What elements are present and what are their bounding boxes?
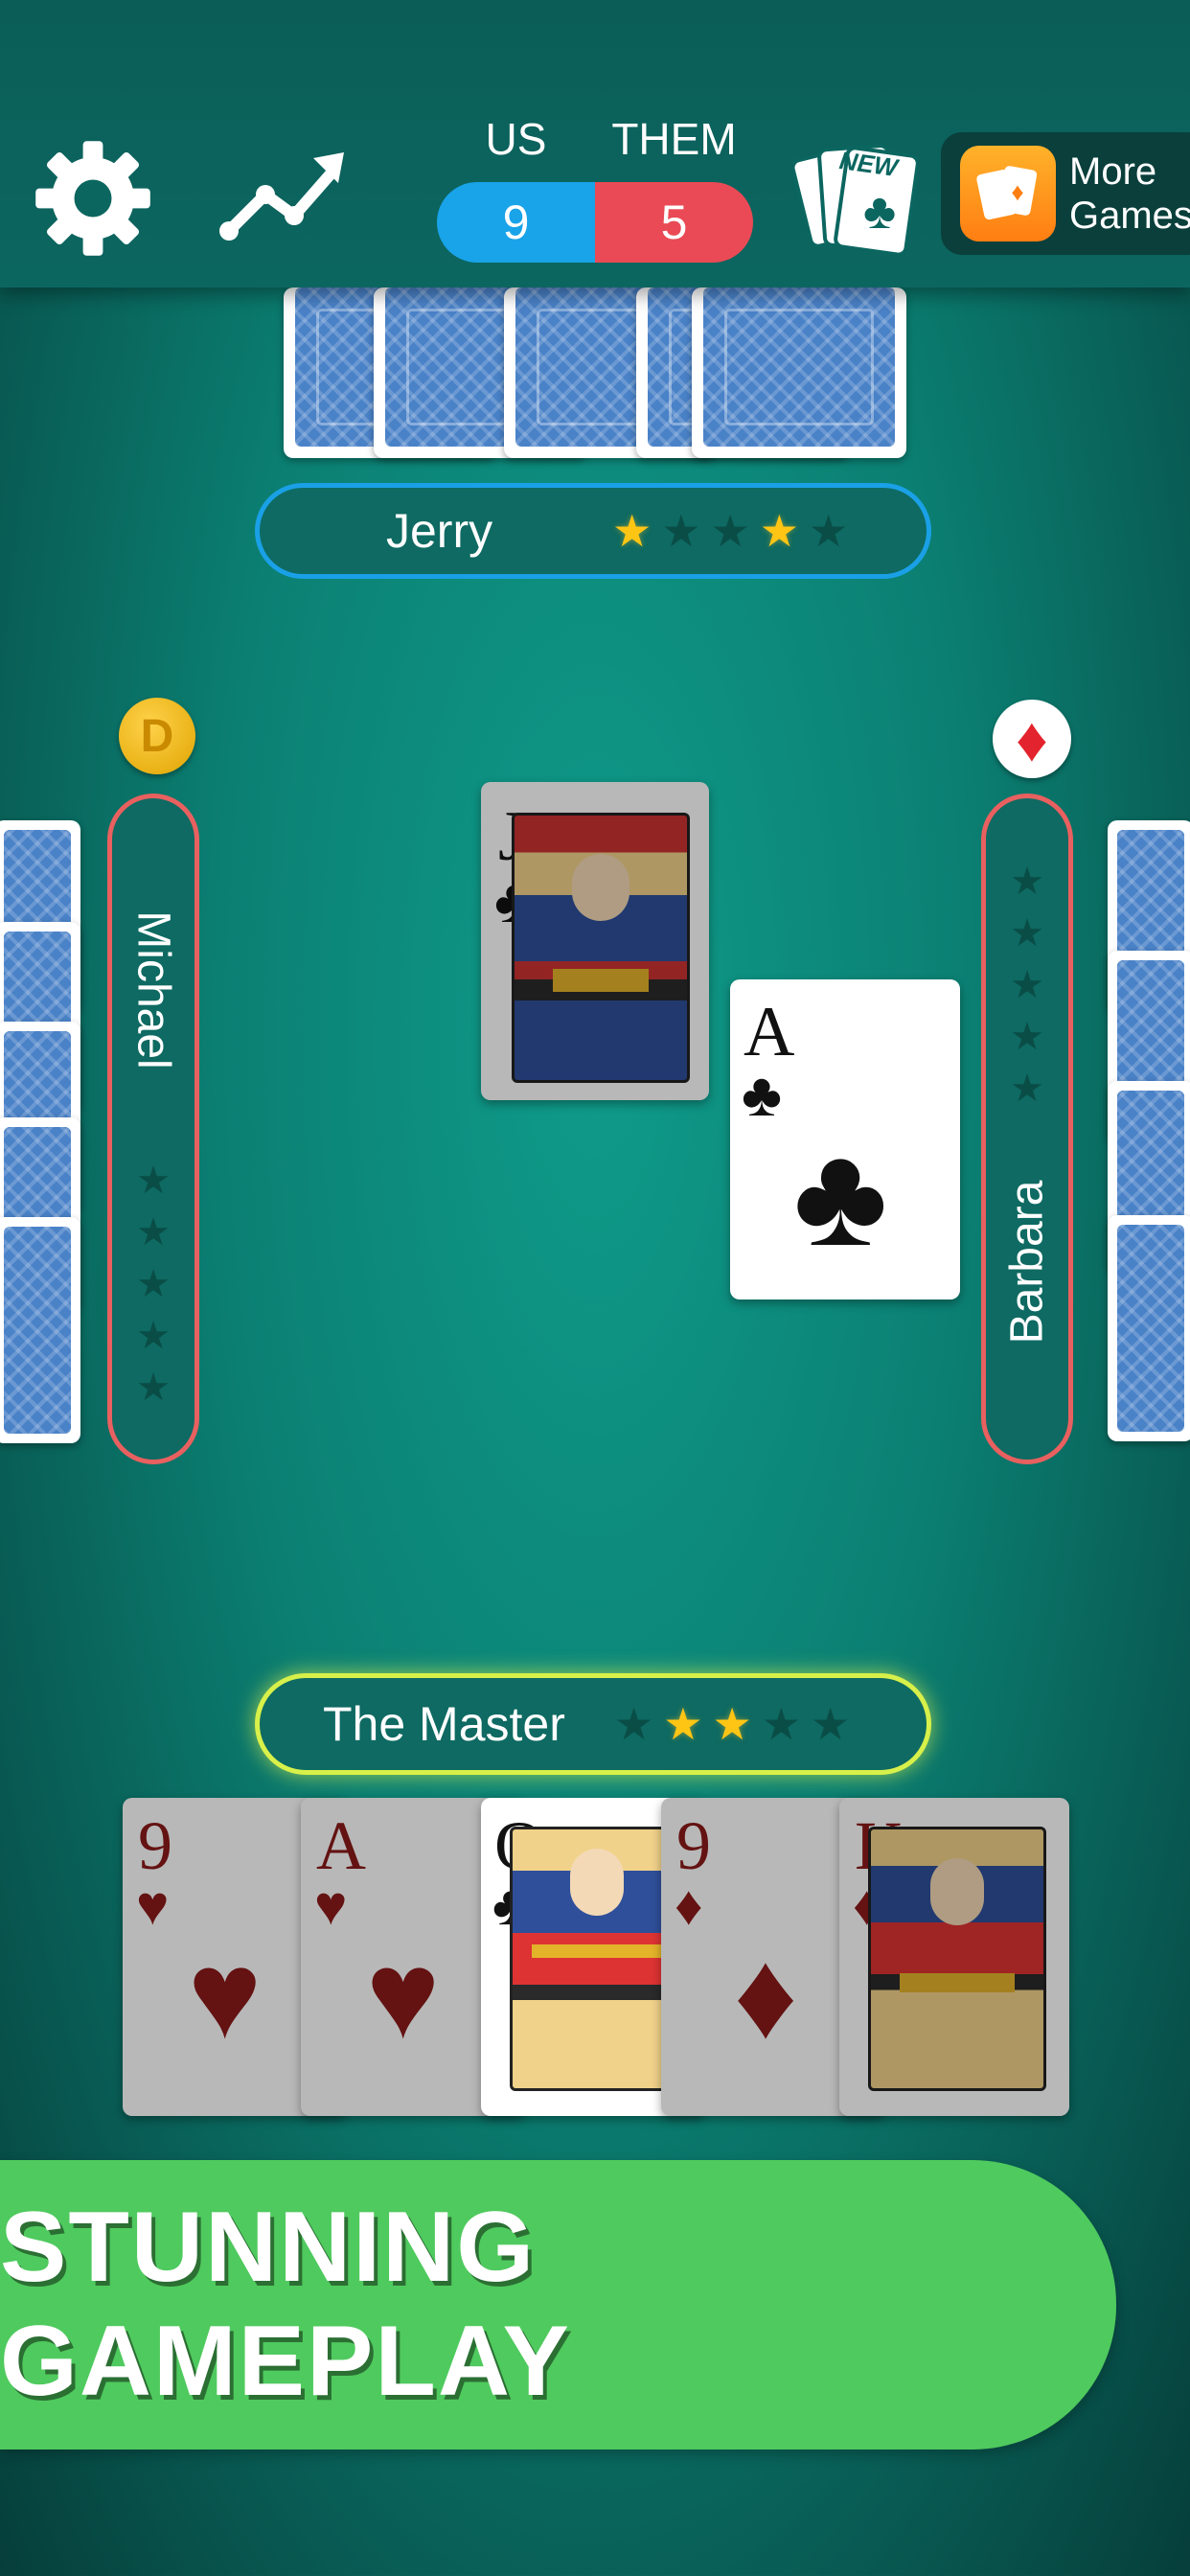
star-icon: ★ bbox=[710, 506, 750, 556]
star-icon: ★ bbox=[1010, 1068, 1044, 1110]
card-rank: K bbox=[855, 1807, 904, 1884]
star-icon: ★ bbox=[663, 1699, 703, 1749]
stats-button[interactable] bbox=[215, 144, 349, 249]
heart-icon-large: ♥ bbox=[366, 1924, 441, 2064]
club-icon-large: ♣ bbox=[793, 1115, 888, 1276]
diamond-icon: ♦ bbox=[1016, 703, 1048, 774]
star-icon: ★ bbox=[811, 1699, 851, 1749]
diamond-icon: ♦ bbox=[675, 1874, 703, 1937]
player-pill-right: ★ ★ ★ ★ ★ Barbara bbox=[981, 794, 1073, 1464]
star-icon: ★ bbox=[614, 1699, 654, 1749]
star-icon: ★ bbox=[136, 1367, 171, 1409]
king-portrait bbox=[868, 1827, 1046, 2091]
card-back bbox=[0, 1217, 80, 1443]
star-icon: ★ bbox=[1010, 964, 1044, 1006]
trump-indicator: ♦ bbox=[993, 700, 1071, 778]
card-rank: A bbox=[316, 1807, 366, 1884]
top-bar: US THEM 9 5 ♣ NEW ♦ More Games bbox=[0, 0, 1190, 288]
card-rank: 9 bbox=[138, 1807, 172, 1884]
star-icon: ★ bbox=[1010, 912, 1044, 954]
hand-card[interactable]: K ♦ bbox=[839, 1798, 1069, 2116]
more-games-button[interactable]: ♦ More Games bbox=[941, 132, 1190, 255]
club-icon: ♣ bbox=[742, 1060, 782, 1129]
player-pill-left: Michael ★ ★ ★ ★ ★ bbox=[107, 794, 199, 1464]
score-labels: US THEM bbox=[437, 113, 753, 165]
star-icon: ★ bbox=[1010, 1016, 1044, 1058]
diamond-icon: ♦ bbox=[853, 1874, 881, 1937]
player-rating: ★ ★ ★ ★ ★ bbox=[612, 505, 848, 557]
star-icon: ★ bbox=[712, 1699, 752, 1749]
card-rank: A bbox=[744, 993, 795, 1071]
star-icon: ★ bbox=[136, 1263, 171, 1305]
star-icon: ★ bbox=[759, 506, 799, 556]
heart-icon-large: ♥ bbox=[188, 1924, 263, 2064]
us-score: 9 bbox=[437, 182, 595, 263]
new-game-button[interactable]: ♣ NEW bbox=[793, 134, 918, 259]
trick-card-ace: A ♣ ♣ bbox=[730, 979, 960, 1300]
player-name: Barbara bbox=[1001, 1180, 1053, 1345]
player-pill-bottom: The Master ★ ★ ★ ★ ★ bbox=[255, 1673, 931, 1775]
trend-chart-icon bbox=[219, 152, 344, 241]
more-games-line2: Games bbox=[1069, 195, 1190, 237]
star-icon: ★ bbox=[1010, 861, 1044, 903]
star-icon: ★ bbox=[136, 1160, 171, 1202]
card-rank: 9 bbox=[676, 1807, 711, 1884]
dealer-label: D bbox=[140, 710, 174, 762]
heart-icon: ♥ bbox=[136, 1874, 170, 1937]
them-score: 5 bbox=[595, 182, 753, 263]
jack-portrait bbox=[512, 813, 690, 1083]
player-name: Jerry bbox=[386, 504, 493, 558]
us-label: US bbox=[485, 114, 547, 164]
dealer-badge: D bbox=[119, 698, 195, 774]
card-back bbox=[1108, 1215, 1190, 1441]
svg-text:♣: ♣ bbox=[863, 184, 896, 240]
star-icon: ★ bbox=[136, 1211, 171, 1254]
cards-app-icon: ♦ bbox=[960, 146, 1056, 242]
them-label: THEM bbox=[611, 114, 737, 164]
svg-text:♦: ♦ bbox=[1011, 177, 1023, 206]
diamond-icon-large: ♦ bbox=[734, 1924, 798, 2064]
player-pill-top: Jerry ★ ★ ★ ★ ★ bbox=[255, 483, 931, 579]
star-icon: ★ bbox=[661, 506, 701, 556]
star-icon: ★ bbox=[809, 506, 849, 556]
heart-icon: ♥ bbox=[314, 1874, 348, 1937]
trick-card-jack: J ♣ bbox=[481, 782, 709, 1100]
star-icon: ★ bbox=[136, 1315, 171, 1357]
settings-button[interactable] bbox=[29, 134, 157, 263]
banner-text: STUNNING GAMEPLAY bbox=[0, 2192, 571, 2417]
star-icon: ★ bbox=[761, 1699, 801, 1749]
player-name: The Master bbox=[323, 1697, 565, 1751]
gear-icon bbox=[35, 141, 150, 256]
card-back bbox=[692, 288, 906, 458]
player-name: Michael bbox=[127, 910, 179, 1070]
card-rank: J bbox=[498, 797, 526, 876]
player-rating: ★ ★ ★ ★ ★ bbox=[614, 1698, 850, 1750]
promo-banner: STUNNING GAMEPLAY bbox=[0, 2160, 1116, 2450]
player-rating: ★ ★ ★ ★ ★ bbox=[112, 1155, 195, 1414]
star-icon: ★ bbox=[612, 506, 652, 556]
more-games-line1: More bbox=[1069, 150, 1157, 193]
scoreboard: 9 5 bbox=[437, 182, 753, 263]
player-rating: ★ ★ ★ ★ ★ bbox=[986, 856, 1068, 1115]
club-icon: ♣ bbox=[494, 866, 535, 935]
